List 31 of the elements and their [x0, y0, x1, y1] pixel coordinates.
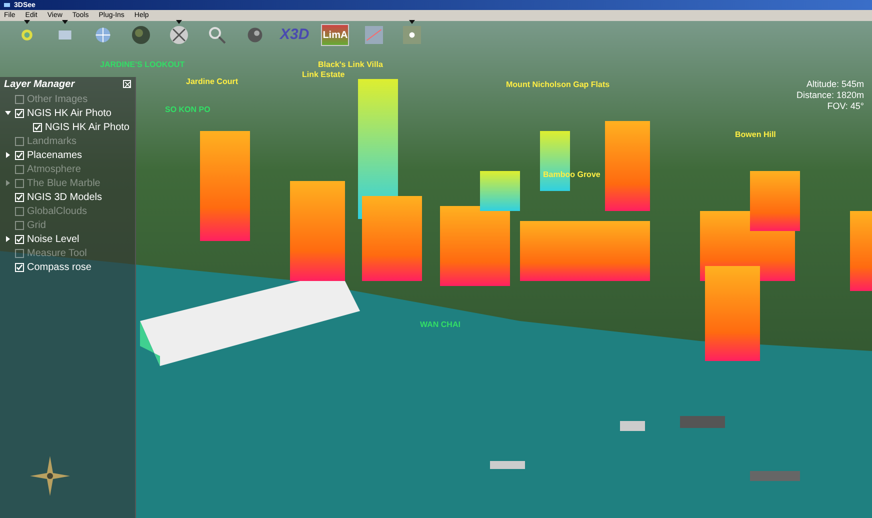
panel-title: Layer Manager: [4, 78, 75, 92]
layer-label[interactable]: Compass rose: [27, 260, 92, 274]
readout-text: Altitude: 545m: [806, 79, 864, 90]
checkbox[interactable]: [15, 108, 24, 118]
layer-label[interactable]: NGIS 3D Models: [27, 190, 102, 204]
app-icon: [4, 3, 10, 7]
readout-text: FOV: 45°: [827, 101, 864, 112]
place-label: SO KON PO: [165, 106, 210, 114]
checkbox[interactable]: [15, 192, 24, 202]
place-label: Link Estate: [302, 71, 345, 79]
layer-label[interactable]: NGIS HK Air Photo: [27, 106, 112, 120]
place-label: Jardine Court: [186, 78, 238, 86]
layer-label[interactable]: Placenames: [27, 148, 82, 162]
layer-label[interactable]: Noise Level: [27, 232, 80, 246]
checkbox[interactable]: [15, 262, 24, 272]
lima-tool-button[interactable]: LimA: [321, 24, 350, 46]
place-label: Black's Link Villa: [318, 61, 383, 69]
place-label: Mount Nicholson Gap Flats: [506, 81, 610, 89]
layer-label[interactable]: NGIS HK Air Photo: [45, 120, 130, 134]
place-label: WAN CHAI: [420, 321, 460, 329]
expand-arrow-icon[interactable]: [5, 152, 11, 158]
checkbox[interactable]: [15, 234, 24, 244]
collapse-arrow-icon[interactable]: [5, 110, 11, 116]
place-label: JARDINE'S LOOKOUT: [100, 61, 185, 69]
compass-rose-icon: [30, 456, 70, 496]
close-icon[interactable]: [123, 80, 131, 88]
place-label: Bowen Hill: [735, 131, 776, 139]
readout-text: Distance: 1820m: [796, 90, 864, 101]
expand-arrow-icon[interactable]: [5, 236, 11, 242]
checkbox[interactable]: [33, 122, 42, 132]
checkbox[interactable]: [15, 150, 24, 160]
